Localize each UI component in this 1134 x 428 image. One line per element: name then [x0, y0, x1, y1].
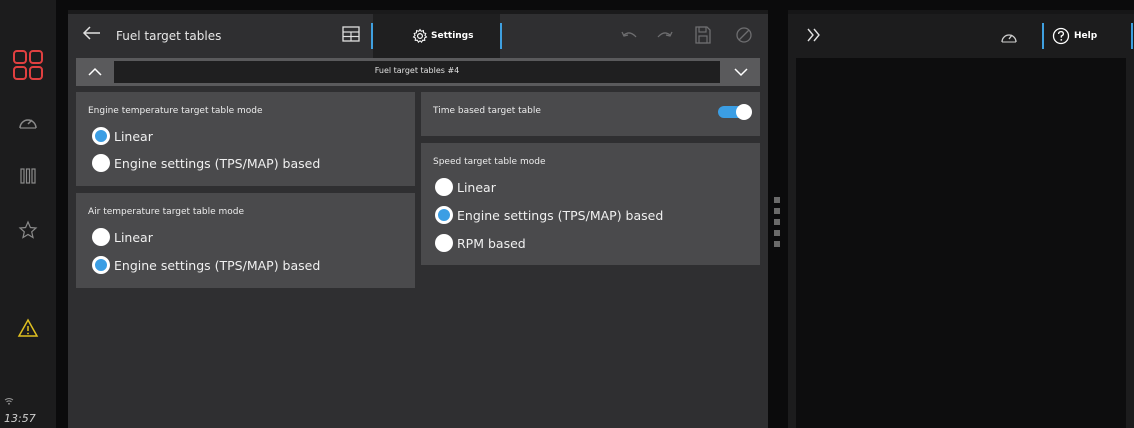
- star-icon[interactable]: [0, 218, 56, 242]
- radio-selected[interactable]: [435, 206, 453, 224]
- selector-label: Fuel target tables #4: [374, 66, 460, 75]
- engine-temp-option-linear[interactable]: Linear: [92, 127, 153, 145]
- speed-option-tps-map[interactable]: Engine settings (TPS/MAP) based: [435, 206, 663, 224]
- main-panel: Fuel target tables Settings Fuel target …: [68, 14, 768, 428]
- table-selector: Fuel target tables #4: [76, 58, 760, 86]
- radio-unselected[interactable]: [435, 234, 453, 252]
- chevron-down-icon[interactable]: [722, 58, 760, 86]
- left-rail: 13:57: [0, 0, 56, 428]
- bars-icon[interactable]: [0, 164, 56, 188]
- air-temp-card: Air temperature target table mode Linear…: [76, 193, 415, 288]
- option-label: Engine settings (TPS/MAP) based: [114, 155, 321, 171]
- wifi-icon: [4, 390, 14, 409]
- tab-separator: [500, 23, 502, 49]
- splitter-grip[interactable]: [774, 241, 780, 247]
- card-title: Engine temperature target table mode: [88, 106, 263, 116]
- warning-icon[interactable]: [0, 316, 56, 340]
- tab-separator: [1042, 23, 1044, 49]
- splitter-grip[interactable]: [774, 197, 780, 203]
- tab-settings-label: Settings: [431, 31, 474, 41]
- undo-icon[interactable]: [620, 28, 638, 47]
- chevron-up-icon[interactable]: [76, 58, 114, 86]
- cancel-icon[interactable]: [735, 26, 753, 48]
- back-arrow-icon[interactable]: [82, 25, 102, 45]
- engine-temp-card: Engine temperature target table mode Lin…: [76, 92, 415, 186]
- radio-unselected[interactable]: [92, 228, 110, 246]
- option-label: RPM based: [457, 235, 526, 251]
- selector-field[interactable]: Fuel target tables #4: [114, 61, 720, 83]
- page-title: Fuel target tables: [116, 29, 222, 43]
- option-label: Engine settings (TPS/MAP) based: [114, 257, 321, 273]
- redo-icon[interactable]: [656, 28, 674, 47]
- tab-separator: [1131, 23, 1133, 49]
- option-label: Engine settings (TPS/MAP) based: [457, 207, 664, 223]
- radio-selected[interactable]: [92, 256, 110, 274]
- panel-splitter[interactable]: [768, 0, 788, 428]
- engine-temp-option-tps-map[interactable]: Engine settings (TPS/MAP) based: [92, 154, 320, 172]
- dashboard-grid-icon[interactable]: [0, 48, 56, 82]
- table-view-icon[interactable]: [342, 26, 360, 46]
- gauge-icon[interactable]: [1000, 29, 1018, 48]
- air-temp-option-linear[interactable]: Linear: [92, 228, 153, 246]
- expand-chevrons-icon[interactable]: [806, 27, 822, 47]
- help-label: Help: [1074, 31, 1098, 41]
- help-icon: [1052, 27, 1070, 45]
- help-button[interactable]: Help: [1052, 14, 1130, 58]
- splitter-grip[interactable]: [774, 219, 780, 225]
- toggle-knob: [736, 104, 752, 120]
- option-label: Linear: [457, 179, 496, 195]
- right-panel: Help: [788, 14, 1134, 428]
- splitter-grip[interactable]: [774, 208, 780, 214]
- splitter-grip[interactable]: [774, 230, 780, 236]
- card-title: Speed target table mode: [433, 157, 546, 167]
- time-based-card: Time based target table: [421, 92, 760, 136]
- card-title: Time based target table: [433, 106, 541, 116]
- speed-option-linear[interactable]: Linear: [435, 178, 496, 196]
- radio-selected[interactable]: [92, 127, 110, 145]
- card-title: Air temperature target table mode: [88, 207, 245, 217]
- radio-unselected[interactable]: [435, 178, 453, 196]
- save-icon[interactable]: [695, 26, 711, 48]
- option-label: Linear: [114, 229, 153, 245]
- radio-unselected[interactable]: [92, 154, 110, 172]
- settings-gear-icon: [412, 28, 428, 48]
- gauge-icon[interactable]: [0, 110, 56, 134]
- speed-option-rpm[interactable]: RPM based: [435, 234, 526, 252]
- right-panel-content: [796, 58, 1126, 428]
- header: Fuel target tables Settings: [68, 14, 768, 58]
- air-temp-option-tps-map[interactable]: Engine settings (TPS/MAP) based: [92, 256, 320, 274]
- time-based-toggle[interactable]: [718, 104, 752, 120]
- clock: 13:57: [4, 412, 36, 425]
- option-label: Linear: [114, 128, 153, 144]
- speed-card: Speed target table mode Linear Engine se…: [421, 143, 760, 265]
